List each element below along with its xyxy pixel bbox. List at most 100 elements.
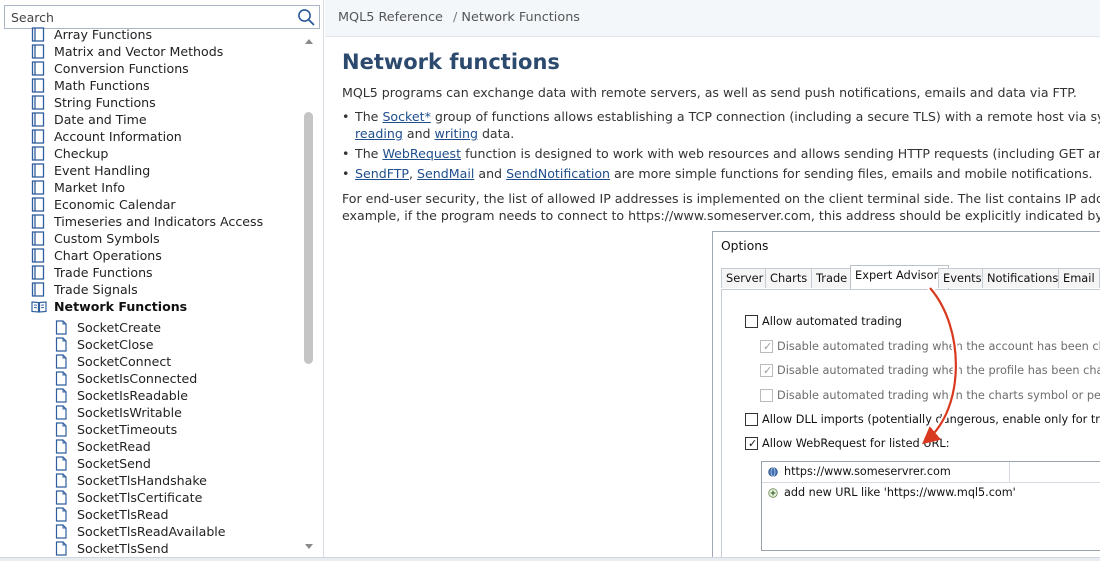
navigation-pane: Array Functions Matrix and Vector Method…: [0, 0, 324, 561]
security-paragraph-line2: example, if the program needs to connect…: [342, 208, 1100, 223]
bullet-text: and: [402, 126, 435, 141]
page-icon: [55, 507, 67, 522]
tree-item-label: Trade Signals: [54, 282, 138, 297]
page-icon: [55, 473, 67, 488]
tree-item-label: Matrix and Vector Methods: [54, 44, 224, 59]
contents-tree: Array Functions Matrix and Vector Method…: [0, 27, 302, 557]
scroll-thumb[interactable]: [304, 112, 313, 364]
option-label: Allow automated trading: [762, 315, 902, 328]
bullet-dot: •: [342, 146, 350, 161]
breadcrumb: MQL5 Reference / Network Functions: [338, 10, 580, 25]
sendftp-link[interactable]: SendFTP: [355, 166, 409, 181]
tree-item-label: SocketIsWritable: [77, 405, 182, 420]
option-label: Disable automated trading when the chart…: [777, 389, 1100, 402]
bullet-text: data.: [477, 126, 515, 141]
scroll-down-icon[interactable]: [304, 543, 314, 551]
tree-item-label: SocketTlsCertificate: [77, 490, 203, 505]
allowed-url-list: https://www.someservrer.com add new URL …: [761, 461, 1100, 551]
tree-item-label: Math Functions: [54, 78, 150, 93]
page-title: Network functions: [342, 50, 560, 74]
page-icon: [55, 320, 67, 335]
book-icon: [31, 163, 45, 178]
tree-item-label: Conversion Functions: [54, 61, 189, 76]
writing-link[interactable]: writing: [435, 126, 478, 141]
url-text: https://www.someservrer.com: [784, 465, 951, 478]
page-icon: [55, 541, 67, 556]
tree-item-label: SocketRead: [77, 439, 151, 454]
book-icon: [31, 282, 45, 297]
breadcrumb-current: Network Functions: [461, 10, 580, 25]
tree-item-label: SocketTimeouts: [77, 422, 178, 437]
tree-item-label: SocketTlsHandshake: [77, 473, 207, 488]
bottom-border: [0, 557, 1100, 561]
tree-item-label: SocketConnect: [77, 354, 172, 369]
bullet-send-functions: • SendFTP, SendMail and SendNotification …: [342, 165, 1093, 182]
tree-item-label: Timeseries and Indicators Access: [54, 214, 264, 229]
security-paragraph-line1: For end-user security, the list of allow…: [342, 191, 1100, 206]
tab-events: Events: [938, 268, 987, 288]
checkbox: ✓: [745, 437, 758, 450]
add-icon: [768, 488, 778, 498]
tree-item-label: SocketTlsReadAvailable: [77, 524, 226, 539]
tree-item-label: Market Info: [54, 180, 126, 195]
checkmark-icon: ✓: [763, 364, 773, 377]
book-icon: [31, 44, 45, 59]
search-box[interactable]: [4, 5, 320, 29]
intro-paragraph: MQL5 programs can exchange data with rem…: [342, 85, 1077, 100]
tree-item-label: SocketCreate: [77, 320, 161, 335]
page-icon: [55, 405, 67, 420]
tree-item-label: SocketIsConnected: [77, 371, 198, 386]
bullet-text: ,: [409, 166, 418, 181]
option-label: Disable automated trading when the profi…: [777, 364, 1100, 377]
tree-item-label: SocketTlsRead: [77, 507, 169, 522]
tree-item-label: SocketClose: [77, 337, 154, 352]
breadcrumb-root[interactable]: MQL5 Reference: [338, 10, 443, 25]
tree-item-label: Network Functions: [54, 299, 188, 314]
content-area: Network functions MQL5 programs can exch…: [325, 38, 1100, 561]
option-label: Disable automated trading when the accou…: [777, 340, 1100, 353]
book-icon: [31, 231, 45, 246]
checkmark-icon: ✓: [763, 340, 773, 353]
page-icon: [55, 388, 67, 403]
tree-item-label: Account Information: [54, 129, 182, 144]
checkmark-icon: ✓: [748, 437, 758, 450]
add-url-hint: add new URL like 'https://www.mql5.com': [784, 486, 1016, 499]
book-icon: [31, 146, 45, 161]
sendmail-link[interactable]: SendMail: [417, 166, 474, 181]
page-icon: [55, 371, 67, 386]
bullet-text: group of functions allows establishing a…: [434, 109, 1100, 124]
tree-scrollbar[interactable]: [302, 37, 316, 553]
book-icon: [31, 214, 45, 229]
tab-server: Server: [721, 268, 769, 288]
option-label: Allow DLL imports (potentially dangerous…: [762, 413, 1100, 426]
page-icon: [55, 354, 67, 369]
sendnotification-link[interactable]: SendNotification: [506, 166, 610, 181]
tab-notifications: Notifications: [982, 268, 1064, 288]
socket-link[interactable]: Socket*: [382, 109, 430, 124]
tab-charts: Charts: [765, 268, 813, 288]
search-icon[interactable]: [296, 7, 316, 27]
checkbox: [760, 389, 773, 402]
book-icon: [31, 197, 45, 212]
dialog-title: Options: [721, 239, 769, 253]
checkbox: [745, 315, 758, 328]
breadcrumb-separator: /: [452, 10, 458, 25]
tree-item-label: Array Functions: [54, 27, 153, 42]
book-icon: [31, 129, 45, 144]
tree-item-label: SocketSend: [77, 456, 151, 471]
tab-email: Email: [1058, 268, 1100, 288]
scroll-up-icon[interactable]: [304, 37, 314, 45]
search-input[interactable]: [5, 6, 295, 28]
reading-link[interactable]: reading: [355, 126, 403, 141]
globe-icon: [768, 467, 778, 477]
book-icon: [31, 265, 45, 280]
row-divider: [762, 482, 1100, 483]
bullet-text: The: [355, 109, 383, 124]
option-label: Allow WebRequest for listed URL:: [762, 437, 950, 450]
webrequest-link[interactable]: WebRequest: [382, 146, 461, 161]
page-icon: [55, 490, 67, 505]
bullet-text: function is designed to work with web re…: [465, 146, 1100, 161]
book-icon: [31, 180, 45, 195]
book-icon: [31, 248, 45, 263]
page-icon: [55, 456, 67, 471]
